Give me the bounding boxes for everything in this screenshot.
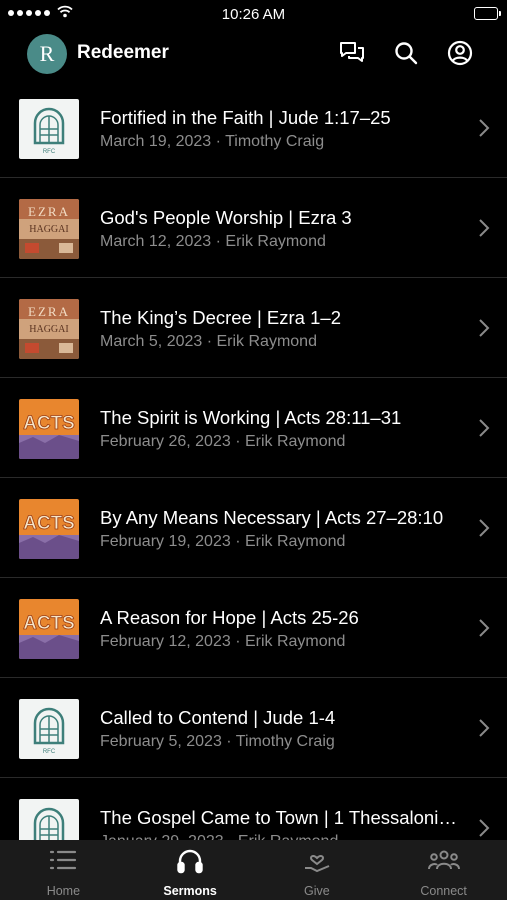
sermon-thumbnail: ACTS (19, 499, 79, 559)
profile-icon[interactable] (445, 38, 475, 68)
sermon-list[interactable]: RFC Fortified in the Faith | Jude 1:17–25… (0, 78, 507, 840)
chevron-right-icon (479, 419, 490, 437)
thumb-label: ACTS (23, 413, 75, 434)
thumb-label: ACTS (23, 613, 75, 634)
sermon-title: Called to Contend | Jude 1-4 (100, 707, 336, 728)
thumb-label: RFC (43, 749, 56, 755)
thumb-label-secondary: HAGGAI (29, 324, 68, 335)
thumb-label: EZRA (28, 304, 70, 319)
tab-connect[interactable]: Connect (380, 840, 507, 900)
sermon-subtitle: March 5, 2023 · Erik Raymond (100, 333, 317, 350)
search-icon[interactable] (391, 38, 421, 68)
sermon-thumbnail: RFC (19, 99, 79, 159)
sermon-row[interactable]: RFC Fortified in the Faith | Jude 1:17–25… (0, 78, 507, 178)
sermon-title: The King’s Decree | Ezra 1–2 (100, 307, 341, 328)
sermon-subtitle: February 19, 2023 · Erik Raymond (100, 533, 346, 550)
sermon-subtitle: February 12, 2023 · Erik Raymond (100, 633, 346, 650)
sermon-subtitle: February 26, 2023 · Erik Raymond (100, 433, 346, 450)
sermon-thumbnail: EZRA HAGGAI (19, 299, 79, 359)
thumb-label-secondary: HAGGAI (29, 224, 68, 235)
tab-give[interactable]: Give (254, 840, 381, 900)
chevron-right-icon (479, 619, 490, 637)
church-avatar[interactable]: R (27, 34, 67, 74)
status-bar: 10:26 AM (0, 0, 507, 28)
tab-label: Connect (420, 884, 467, 898)
thumb-label: EZRA (28, 204, 70, 219)
thumb-label: ACTS (23, 513, 75, 534)
sermon-thumbnail: RFC (19, 699, 79, 759)
sermon-row[interactable]: RFC Called to Contend | Jude 1-4 February … (0, 678, 507, 778)
thumb-label: RFC (43, 149, 56, 155)
give-hand-icon (254, 848, 381, 874)
people-icon (380, 848, 507, 872)
tab-bar: Home Sermons Give Connect (0, 840, 507, 900)
sermon-title: The Spirit is Working | Acts 28:11–31 (100, 407, 402, 428)
chat-icon[interactable] (337, 38, 367, 68)
sermon-subtitle: March 12, 2023 · Erik Raymond (100, 233, 326, 250)
sermon-row[interactable]: ACTS The Spirit is Working | Acts 28:11–3… (0, 378, 507, 478)
app-title: Redeemer (77, 42, 169, 63)
sermon-row[interactable]: ACTS A Reason for Hope | Acts 25-26 Februa… (0, 578, 507, 678)
chevron-right-icon (479, 819, 490, 837)
sermon-thumbnail: ACTS (19, 599, 79, 659)
tab-home[interactable]: Home (0, 840, 127, 900)
battery-icon (474, 7, 501, 20)
sermon-title: God's People Worship | Ezra 3 (100, 207, 352, 228)
headphones-icon (127, 848, 254, 874)
tab-sermons[interactable]: Sermons (127, 840, 254, 900)
sermon-row[interactable]: EZRA HAGGAI God's People Worship | Ezra 3 M… (0, 178, 507, 278)
chevron-right-icon (479, 119, 490, 137)
sermon-thumbnail: ACTS (19, 399, 79, 459)
sermon-row[interactable]: EZRA HAGGAI The King’s Decree | Ezra 1–2 Ma… (0, 278, 507, 378)
sermon-title: A Reason for Hope | Acts 25-26 (100, 607, 359, 628)
tab-label: Sermons (163, 884, 217, 898)
sermon-title: By Any Means Necessary | Acts 27–28:10 (100, 507, 444, 528)
sermon-subtitle: March 19, 2023 · Timothy Craig (100, 133, 325, 150)
list-icon (0, 848, 127, 872)
app-header: R Redeemer (0, 28, 507, 78)
sermon-row[interactable]: ACTS By Any Means Necessary | Acts 27–28:… (0, 478, 507, 578)
sermon-subtitle: February 5, 2023 · Timothy Craig (100, 733, 335, 750)
chevron-right-icon (479, 519, 490, 537)
chevron-right-icon (479, 219, 490, 237)
chevron-right-icon (479, 319, 490, 337)
sermon-thumbnail: RFC (19, 799, 79, 840)
sermon-row[interactable]: RFC The Gospel Came to Town | 1 Thessalon… (0, 778, 507, 840)
sermon-subtitle: January 29, 2023 · Erik Raymond (100, 833, 460, 840)
sermon-thumbnail: EZRA HAGGAI (19, 199, 79, 259)
sermon-title: The Gospel Came to Town | 1 Thessalonian… (100, 807, 460, 828)
tab-label: Give (304, 884, 330, 898)
chevron-right-icon (479, 719, 490, 737)
status-time: 10:26 AM (221, 6, 286, 23)
tab-label: Home (46, 884, 81, 898)
sermon-title: Fortified in the Faith | Jude 1:17–25 (100, 107, 391, 128)
